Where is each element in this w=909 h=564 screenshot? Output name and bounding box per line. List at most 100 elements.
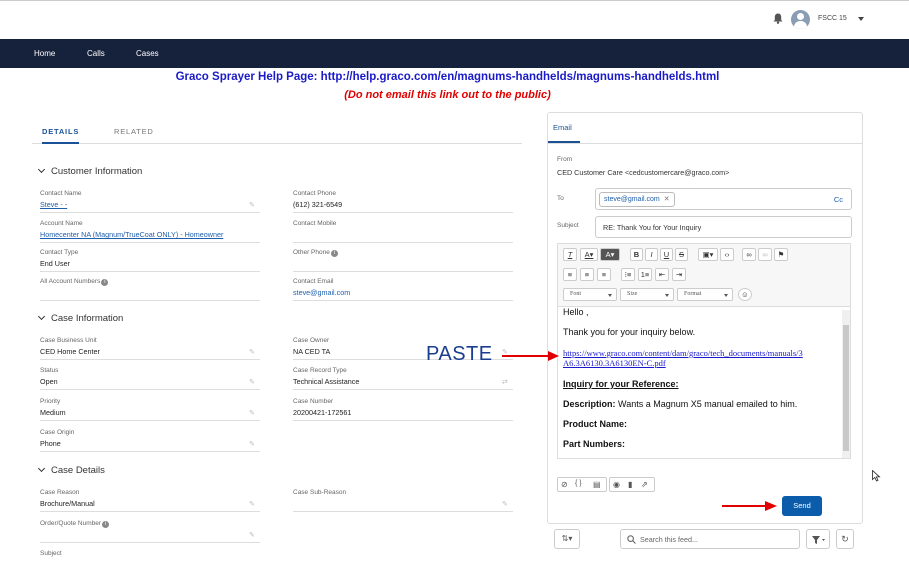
field-case-record-type: Case Record Type Technical Assistance ⇄ — [293, 367, 513, 390]
info-icon[interactable]: i — [330, 250, 338, 257]
global-header: FSCC 15 — [0, 0, 909, 38]
field-status: Status Open ✎ — [40, 367, 260, 390]
feed-filter-button[interactable] — [806, 529, 830, 549]
cc-button[interactable]: Cc — [834, 195, 843, 204]
edit-pencil-icon[interactable]: ✎ — [249, 531, 256, 539]
contact-name-link[interactable]: Steve - - — [40, 200, 260, 209]
contact-email-link[interactable]: steve@gmail.com — [293, 288, 513, 297]
field-case-number: Case Number 20200421-172561 — [293, 398, 513, 421]
user-name[interactable]: FSCC 15 — [818, 15, 847, 22]
align-right-icon[interactable]: ≡ — [597, 268, 611, 281]
scrollbar-thumb[interactable] — [843, 325, 849, 451]
flag-icon[interactable]: ⚑ — [774, 248, 788, 261]
preview-eye-icon[interactable]: ◉ — [613, 480, 620, 489]
section-case-details[interactable]: Case Details — [37, 464, 105, 476]
chevron-down-icon — [608, 294, 612, 297]
from-value[interactable]: CED Customer Care <cedcustomercare@graco… — [557, 168, 729, 177]
field-case-reason: Case Reason Brochure/Manual ✎ — [40, 489, 260, 512]
field-contact-name: Contact Name Steve - - ✎ — [40, 190, 260, 213]
refresh-icon[interactable]: ↻ — [836, 529, 854, 549]
format-select[interactable]: Format — [677, 288, 733, 301]
send-button[interactable]: Send — [782, 496, 822, 516]
warning-banner: (Do not email this link out to the publi… — [344, 89, 551, 101]
field-contact-type: Contact Type End User — [40, 249, 260, 272]
edit-pencil-icon[interactable]: ✎ — [249, 409, 256, 417]
info-icon[interactable]: i — [102, 521, 110, 528]
feed-search-input[interactable]: Search this feed... — [620, 529, 800, 549]
edit-pencil-icon[interactable]: ✎ — [249, 201, 256, 209]
edit-pencil-icon[interactable]: ✎ — [249, 378, 256, 386]
help-page-banner: Graco Sprayer Help Page: http://help.gra… — [175, 71, 720, 83]
field-contact-email: Contact Email steve@gmail.com — [293, 278, 513, 301]
insert-image-icon[interactable]: ▣▾ — [698, 248, 718, 261]
filter-icon — [812, 536, 825, 544]
notification-bell-icon[interactable] — [773, 13, 783, 24]
strikethrough-icon[interactable]: S — [675, 248, 688, 261]
field-all-account-numbers: All Account Numbers i — [40, 278, 260, 301]
attachment-icon-group: ⊘ { } ▤ — [557, 477, 607, 492]
nav-item-calls[interactable]: Calls — [87, 49, 105, 58]
to-label: To — [557, 195, 564, 202]
paste-annotation-label: PASTE — [426, 343, 493, 365]
size-select[interactable]: Size — [620, 288, 674, 301]
chevron-down-icon — [665, 294, 669, 297]
user-avatar[interactable] — [791, 10, 810, 29]
nav-item-home[interactable]: Home — [34, 49, 55, 58]
section-case-information[interactable]: Case Information — [37, 312, 123, 324]
delete-trash-icon[interactable]: ▮ — [628, 480, 632, 489]
bold-icon[interactable]: B — [630, 248, 643, 261]
field-contact-phone: Contact Phone (612) 321-6549 — [293, 190, 513, 213]
field-case-origin: Case Origin Phone ✎ — [40, 429, 260, 452]
edit-pencil-icon[interactable]: ✎ — [249, 440, 256, 448]
indent-icon[interactable]: ⇥ — [672, 268, 686, 281]
text-color-icon[interactable]: A▾ — [580, 248, 598, 261]
edit-pencil-icon[interactable]: ✎ — [249, 348, 256, 356]
section-customer-information[interactable]: Customer Information — [37, 165, 142, 177]
underline-icon[interactable]: U — [660, 248, 673, 261]
outdent-icon[interactable]: ⇤ — [655, 268, 669, 281]
align-center-icon[interactable]: ≡ — [580, 268, 594, 281]
bulleted-list-icon[interactable]: ⁝≡ — [621, 268, 635, 281]
pop-out-icon[interactable]: ⇗ — [641, 480, 648, 489]
emoji-icon[interactable]: ☺ — [738, 288, 752, 301]
link-icon[interactable]: ∞ — [742, 248, 756, 261]
font-select[interactable]: Font — [563, 288, 617, 301]
merge-field-icon[interactable]: { } — [575, 480, 582, 487]
unlink-icon[interactable]: ∞ — [758, 248, 772, 261]
numbered-list-icon[interactable]: 1≡ — [638, 268, 652, 281]
background-color-icon[interactable]: A▾ — [600, 248, 620, 261]
change-record-type-icon[interactable]: ⇄ — [502, 378, 509, 386]
chevron-down-icon — [37, 312, 46, 321]
field-case-sub-reason: Case Sub-Reason ✎ — [293, 489, 513, 512]
align-left-icon[interactable]: ≡ — [563, 268, 577, 281]
user-menu-chevron-down-icon[interactable] — [858, 17, 864, 21]
info-icon[interactable]: i — [101, 279, 109, 286]
edit-pencil-icon[interactable]: ✎ — [249, 500, 256, 508]
mouse-cursor-icon — [872, 470, 881, 482]
email-body-editor[interactable]: Hello , Thank you for your inquiry below… — [557, 307, 851, 459]
tab-details[interactable]: DETAILS — [42, 127, 80, 144]
italic-icon[interactable]: I — [645, 248, 658, 261]
account-name-link[interactable]: Homecenter NA (Magnum/TrueCoat ONLY) - H… — [40, 230, 260, 239]
clear-formatting-icon[interactable]: T — [563, 248, 577, 261]
remove-recipient-close-icon[interactable]: ✕ — [664, 196, 670, 203]
to-field[interactable]: steve@gmail.com ✕ Cc — [595, 188, 852, 210]
tab-related[interactable]: RELATED — [114, 127, 154, 136]
chevron-down-icon — [37, 165, 46, 174]
field-order-quote-number: Order/Quote Number i ✎ — [40, 520, 260, 543]
attach-file-icon[interactable]: ⊘ — [561, 480, 568, 489]
preview-icon-group: ◉ ▮ ⇗ — [609, 477, 655, 492]
code-icon[interactable]: ‹› — [720, 248, 734, 261]
chevron-down-icon — [37, 464, 46, 473]
nav-item-cases[interactable]: Cases — [136, 49, 159, 58]
manual-link-continued[interactable]: A6.3A6130.3A6130EN-C.pdf — [563, 358, 813, 368]
field-contact-mobile: Contact Mobile — [293, 220, 513, 243]
tab-email[interactable]: Email — [553, 123, 572, 132]
recipient-pill[interactable]: steve@gmail.com ✕ — [599, 192, 675, 207]
edit-pencil-icon[interactable]: ✎ — [502, 500, 509, 508]
manual-link[interactable]: https://www.graco.com/content/dam/graco/… — [563, 348, 813, 358]
feed-sort-button[interactable]: ⇅▾ — [554, 529, 580, 549]
template-icon[interactable]: ▤ — [593, 480, 601, 489]
rich-text-toolbar: T A▾ A▾ B I U S ▣▾ ‹› ∞ ∞ ⚑ ≡ ≡ ≡ ⁝≡ 1≡ … — [557, 243, 851, 307]
subject-input[interactable]: RE: Thank You for Your Inquiry — [595, 216, 852, 238]
